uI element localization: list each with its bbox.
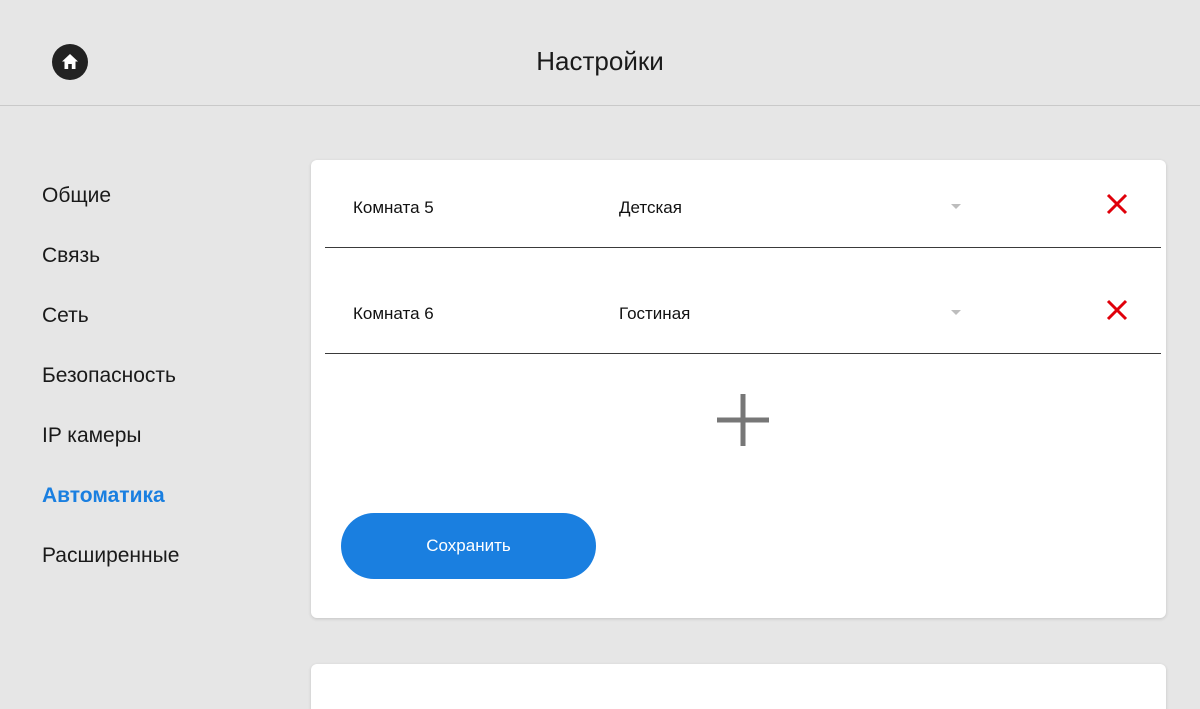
sidebar: Общие Связь Сеть Безопасность IP камеры … — [42, 160, 302, 592]
save-button[interactable]: Сохранить — [341, 513, 596, 579]
room-type-value: Детская — [619, 198, 682, 217]
room-type-value: Гостиная — [619, 304, 691, 323]
dropdown-caret-icon — [951, 204, 961, 209]
secondary-card — [311, 664, 1166, 709]
delete-room-button[interactable] — [1103, 190, 1131, 218]
add-room-button[interactable] — [713, 390, 773, 450]
plus-icon — [717, 394, 769, 446]
rooms-card: Комната 5 Детская Комната 6 Гостиная Сох… — [311, 160, 1166, 618]
close-icon — [1106, 299, 1128, 321]
room-row: Комната 6 Гостиная — [325, 266, 1161, 354]
page-title: Настройки — [536, 46, 664, 76]
room-type-select[interactable]: Гостиная — [619, 296, 979, 328]
room-row: Комната 5 Детская — [325, 160, 1161, 248]
dropdown-caret-icon — [951, 310, 961, 315]
close-icon — [1106, 193, 1128, 215]
header-bar: Настройки — [0, 10, 1200, 106]
room-label: Комната 5 — [353, 198, 434, 217]
delete-room-button[interactable] — [1103, 296, 1131, 324]
room-label: Комната 6 — [353, 304, 434, 323]
sidebar-item-advanced[interactable]: Расширенные — [42, 520, 302, 592]
room-type-select[interactable]: Детская — [619, 190, 979, 222]
